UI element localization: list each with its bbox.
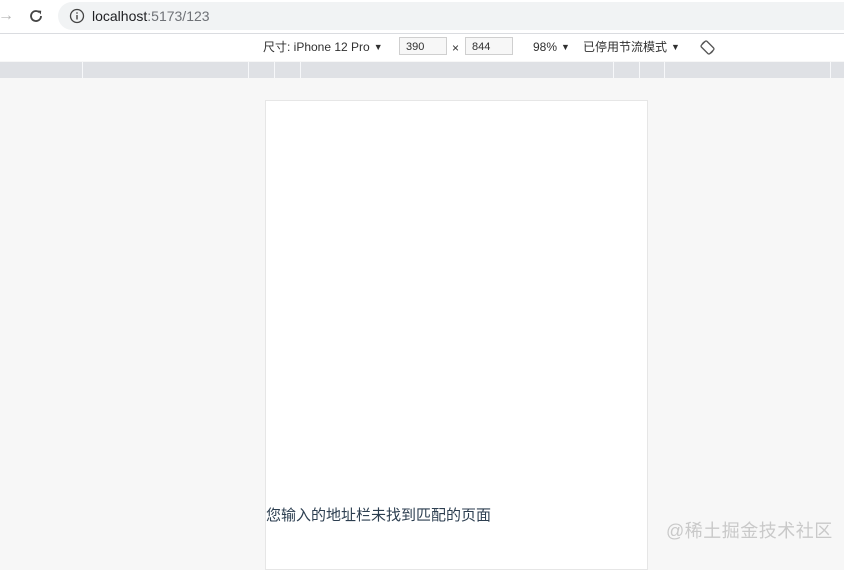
address-bar[interactable]: localhost:5173/123 [58,2,844,30]
height-input[interactable]: 844 [465,37,513,55]
ruler-tick [639,62,640,78]
chevron-down-icon: ▼ [561,42,570,52]
not-found-message: 您输入的地址栏未找到匹配的页面 [266,507,492,524]
forward-arrow-icon[interactable]: → [0,6,14,26]
ruler-tick [248,62,249,78]
zoom-label: 98% [533,40,558,54]
ruler-tick [300,62,301,78]
ruler-tick [664,62,665,78]
url-host: localhost [92,8,148,24]
width-input[interactable]: 390 [399,37,447,55]
watermark: @稀土掘金技术社区 [666,521,833,541]
device-viewport: 您输入的地址栏未找到匹配的页面 [265,100,648,570]
times-sign: × [452,41,460,55]
media-query-ruler[interactable] [0,62,844,78]
device-select-label: 尺寸: iPhone 12 Pro [263,40,370,54]
device-select[interactable]: 尺寸: iPhone 12 Pro ▼ [263,40,383,55]
ruler-tick [82,62,83,78]
reload-icon[interactable] [27,7,45,25]
throttling-label: 已停用节流模式 [583,40,668,54]
info-icon[interactable] [69,8,85,24]
url-path: :5173/123 [147,8,210,24]
ruler-tick [830,62,831,78]
url-text[interactable]: localhost:5173/123 [92,7,210,25]
chevron-down-icon: ▼ [671,42,680,52]
chevron-down-icon: ▼ [373,42,383,52]
throttling-select[interactable]: 已停用节流模式 ▼ [583,40,680,55]
device-toolbar: 尺寸: iPhone 12 Pro ▼ 390 × 844 98% ▼ 已停用节流模… [0,34,844,61]
ruler-tick [274,62,275,78]
ruler-tick [613,62,614,78]
zoom-select[interactable]: 98% ▼ [533,40,570,55]
rotate-icon[interactable] [700,40,715,55]
browser-toolbar: → localhost:5173/123 [0,0,844,34]
